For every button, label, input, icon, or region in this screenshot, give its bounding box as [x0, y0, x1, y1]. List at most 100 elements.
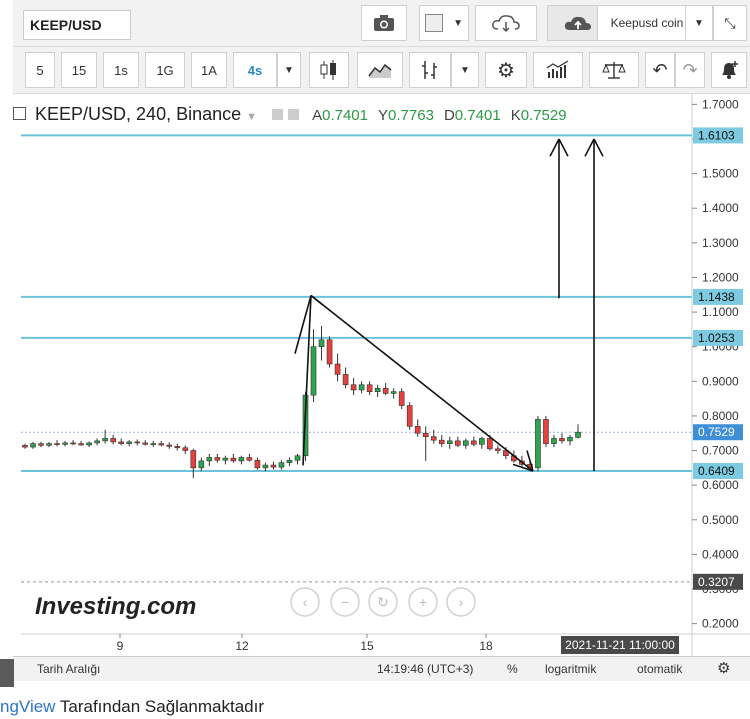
timeframe-1g[interactable]: 1G [145, 52, 185, 88]
y-tick-label: 1.1000 [702, 305, 739, 319]
color-box-icon[interactable]: ▼ [419, 5, 469, 41]
candle-body [150, 443, 157, 445]
timeframe-1a[interactable]: 1A [191, 52, 227, 88]
candle-body [198, 460, 205, 469]
zoom-control-label[interactable]: › [459, 594, 464, 610]
clock-time: 14:19:46 (UTC+3) [377, 662, 474, 676]
candle-body [158, 443, 165, 446]
target-arrow-2-head-r [593, 138, 604, 157]
candle-body [575, 431, 581, 438]
candle-body [38, 443, 44, 446]
timeframe-5[interactable]: 5 [25, 52, 55, 88]
target-arrow-2-head-l [584, 138, 595, 157]
candle-body [462, 440, 469, 446]
fullscreen-icon[interactable]: ⤡ [713, 5, 747, 41]
candle-body [206, 457, 213, 462]
candle-body [238, 457, 245, 462]
top-toolbar: KEEP/USD ▼ Keepusd coin ▼ ⤡ [13, 0, 750, 47]
redo-icon[interactable]: ↷ [675, 52, 705, 88]
candle-body [422, 432, 429, 437]
candle-body [142, 442, 149, 445]
price-chart[interactable]: 1.70001.60001.50001.40001.30001.20001.10… [13, 94, 750, 656]
y-tick-label: 1.2000 [702, 270, 739, 284]
timeframe-4s[interactable]: 4s [233, 52, 277, 88]
legend-low-value: 0.7401 [454, 107, 501, 124]
y-tick-label: 0.6000 [702, 478, 739, 492]
scale-icon[interactable] [589, 52, 639, 88]
bottom-settings-icon[interactable]: ⚙ [717, 659, 730, 677]
legend-title: KEEP/USD, 240, Binance [35, 104, 242, 124]
zoom-control-label[interactable]: − [341, 594, 349, 610]
y-tick-label: 0.5000 [702, 513, 739, 527]
candle-body [479, 438, 485, 445]
y-tick-label: 0.9000 [702, 374, 739, 388]
candle-body [230, 457, 237, 462]
level-price-label: 1.6103 [698, 128, 735, 142]
candle-body [342, 374, 349, 386]
x-tick-label: 9 [117, 639, 124, 653]
level-price-label: 0.6409 [698, 464, 735, 478]
candle-body [382, 387, 389, 394]
symbol-input[interactable]: KEEP/USD [23, 10, 131, 40]
candle-body [246, 457, 253, 461]
timeframe-toolbar: 5 15 1s 1G 1A 4s ▼ ▼ ⚙ ↶ ↷ [13, 47, 750, 94]
zoom-control-label[interactable]: + [419, 594, 427, 610]
indicators-icon[interactable] [533, 52, 583, 88]
candle-body [262, 464, 269, 469]
x-tick-label: 15 [360, 639, 374, 653]
candle-body [126, 441, 132, 444]
zoom-control-label[interactable]: ‹ [303, 594, 308, 610]
collapse-icon[interactable] [13, 106, 26, 120]
bars-icon[interactable] [409, 52, 451, 88]
timeframe-15[interactable]: 15 [61, 52, 97, 88]
timeframe-dropdown-icon[interactable]: ▼ [277, 52, 301, 88]
legend-open-label: A [312, 107, 323, 124]
legend-open-value: 0.7401 [322, 107, 368, 124]
candle-body [318, 339, 325, 347]
y-tick-label: 0.2000 [702, 617, 739, 631]
y-tick-label: 1.4000 [702, 201, 739, 215]
camera-icon[interactable] [361, 5, 407, 41]
settings-icon[interactable] [288, 109, 300, 120]
candle-body [567, 437, 573, 442]
settings-gear-icon[interactable]: ⚙ [485, 52, 527, 88]
caption-link[interactable]: ngView [0, 697, 55, 716]
legend-close-value: 0.7529 [520, 107, 567, 124]
cloud-download-icon[interactable] [475, 5, 537, 41]
candle-body [390, 391, 397, 394]
user-label[interactable]: Keepusd coin [597, 5, 697, 41]
candle-body [551, 438, 557, 444]
candle-body [398, 391, 405, 406]
alert-bell-icon[interactable] [711, 52, 747, 88]
candle-body [270, 464, 277, 468]
candle-body [110, 438, 116, 443]
chart-type-dropdown-icon[interactable]: ▼ [451, 52, 479, 88]
candle-body [294, 455, 301, 461]
candle-body [254, 459, 261, 469]
candle-body [78, 443, 84, 446]
undo-icon[interactable]: ↶ [645, 52, 675, 88]
log-toggle[interactable]: logaritmik [545, 662, 596, 676]
timeframe-1s[interactable]: 1s [103, 52, 139, 88]
level-price-label: 1.0253 [698, 331, 735, 345]
chart-area[interactable]: 1.70001.60001.50001.40001.30001.20001.10… [13, 94, 750, 656]
line-chart-icon[interactable] [357, 52, 403, 88]
candle-body [46, 443, 52, 446]
y-tick-label: 0.8000 [702, 409, 739, 423]
candle-body [22, 445, 28, 448]
zoom-control-label[interactable]: ↻ [377, 594, 389, 610]
candle-body [62, 442, 68, 445]
eye-icon[interactable] [272, 109, 284, 120]
percent-toggle[interactable]: % [507, 662, 518, 676]
candle-body [278, 462, 285, 468]
auto-toggle[interactable]: otomatik [637, 662, 682, 676]
candle-body [495, 448, 501, 451]
y-tick-label: 1.7000 [702, 97, 739, 111]
candle-body [374, 387, 381, 392]
candle-body [366, 384, 373, 392]
candles-icon[interactable] [309, 52, 349, 88]
user-dropdown-icon[interactable]: ▼ [685, 5, 713, 41]
candle-body [134, 441, 141, 444]
date-range-button[interactable]: Tarih Aralığı [37, 662, 100, 676]
legend-dropdown-icon[interactable]: ▼ [246, 111, 257, 123]
